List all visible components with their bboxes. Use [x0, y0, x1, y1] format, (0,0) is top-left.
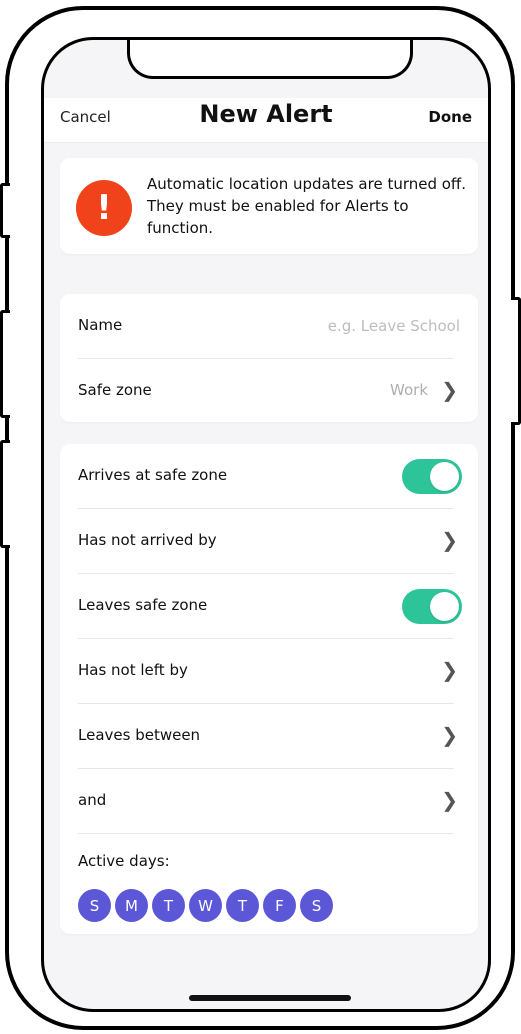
chevron-right-icon[interactable]: ❯ — [441, 378, 458, 402]
safe-zone-row[interactable]: Safe zone Work ❯ — [60, 359, 478, 424]
volume-up-button — [0, 310, 10, 418]
name-row: Name — [60, 294, 478, 359]
home-indicator[interactable] — [189, 995, 351, 1001]
chevron-right-icon[interactable]: ❯ — [441, 788, 458, 812]
trigger-options-card: Arrives at safe zone Has not arrived by … — [60, 444, 478, 934]
not-left-row[interactable]: Has not left by ❯ — [60, 639, 478, 704]
done-button[interactable]: Done — [428, 108, 472, 126]
alert-details-card: Name Safe zone Work ❯ — [60, 294, 478, 422]
chevron-right-icon[interactable]: ❯ — [441, 528, 458, 552]
leaves-toggle[interactable] — [402, 589, 462, 624]
divider — [78, 833, 454, 834]
exclamation-icon: ! — [76, 180, 132, 236]
arrives-label: Arrives at safe zone — [78, 466, 228, 484]
chevron-right-icon[interactable]: ❯ — [441, 658, 458, 682]
and-label: and — [78, 791, 107, 809]
day-saturday[interactable]: S — [300, 889, 333, 922]
page-title: New Alert — [199, 100, 333, 128]
arrives-row: Arrives at safe zone — [60, 444, 478, 509]
leaves-between-row[interactable]: Leaves between ❯ — [60, 704, 478, 769]
leaves-row: Leaves safe zone — [60, 574, 478, 639]
and-row[interactable]: and ❯ — [60, 769, 478, 834]
safe-zone-value: Work — [390, 381, 428, 399]
volume-down-button — [0, 440, 10, 548]
location-warning-card: ! Automatic location updates are turned … — [60, 158, 478, 254]
leaves-label: Leaves safe zone — [78, 596, 208, 614]
day-sunday[interactable]: S — [78, 889, 111, 922]
not-left-label: Has not left by — [78, 661, 188, 679]
phone-screen: Cancel New Alert Done ! Automatic locati… — [41, 37, 491, 1012]
power-button — [511, 297, 521, 425]
day-wednesday[interactable]: W — [189, 889, 222, 922]
active-days-label: Active days: — [78, 852, 170, 870]
toggle-knob — [430, 592, 459, 621]
chevron-right-icon[interactable]: ❯ — [441, 723, 458, 747]
safe-zone-label: Safe zone — [78, 381, 152, 399]
not-arrived-label: Has not arrived by — [78, 531, 217, 549]
day-tuesday[interactable]: T — [152, 889, 185, 922]
name-label: Name — [78, 316, 123, 334]
day-thursday[interactable]: T — [226, 889, 259, 922]
name-input[interactable] — [238, 312, 462, 340]
not-arrived-row[interactable]: Has not arrived by ❯ — [60, 509, 478, 574]
leaves-between-label: Leaves between — [78, 726, 201, 744]
day-friday[interactable]: F — [263, 889, 296, 922]
active-days-selector: S M T W T F S — [78, 889, 337, 922]
day-monday[interactable]: M — [115, 889, 148, 922]
nav-bar: Cancel New Alert Done — [44, 98, 488, 143]
warning-message: Automatic location updates are turned of… — [147, 175, 467, 237]
mute-switch — [0, 183, 10, 238]
toggle-knob — [430, 462, 459, 491]
notch — [127, 40, 413, 79]
arrives-toggle[interactable] — [402, 459, 462, 494]
